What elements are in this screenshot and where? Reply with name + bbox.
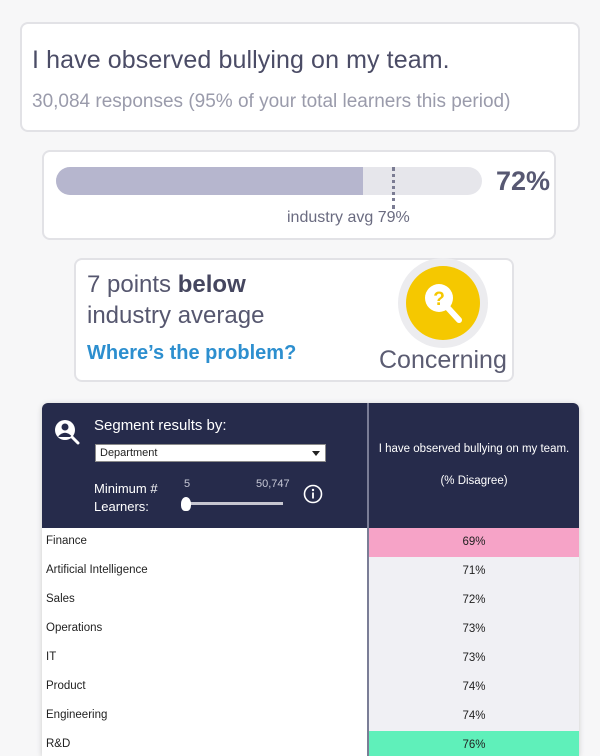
slider-min-value: 5 (184, 478, 191, 490)
score-percent: 72% (496, 166, 551, 196)
column-header-metric: (% Disagree) (440, 475, 508, 487)
wheres-the-problem-link[interactable]: Where’s the problem? (87, 342, 296, 365)
info-icon[interactable] (303, 484, 323, 504)
industry-avg-marker (391, 167, 395, 209)
department-value: 73% (369, 615, 579, 644)
department-value: 72% (369, 586, 579, 615)
department-value: 74% (369, 673, 579, 702)
table-row[interactable]: Sales 72% (42, 586, 579, 615)
department-name: Sales (46, 593, 75, 605)
insight-points: 7 points (87, 271, 178, 298)
industry-avg-label: industry avg 79% (287, 209, 410, 226)
department-name: Finance (46, 535, 87, 547)
department-name: IT (46, 651, 57, 663)
table-row[interactable]: Artificial Intelligence 71% (42, 557, 579, 586)
department-value: 74% (369, 702, 579, 731)
response-count: 30,084 responses (95% of your total lear… (32, 91, 511, 112)
score-bar-fill (56, 167, 363, 195)
department-name: Product (46, 680, 86, 692)
min-learners-slider-handle[interactable] (181, 497, 191, 511)
column-header: I have observed bullying on my team. (% … (369, 403, 579, 528)
question-title: I have observed bullying on my team. (32, 46, 450, 74)
score-bar-track (56, 167, 482, 195)
minimum-label-line1: Minimum # (94, 481, 158, 496)
column-divider (367, 403, 369, 756)
table-row[interactable]: Engineering 74% (42, 702, 579, 731)
score-card: 72% industry avg 79% (42, 150, 556, 240)
department-name: Artificial Intelligence (46, 564, 148, 576)
table-row[interactable]: Product 74% (42, 673, 579, 702)
department-value: 73% (369, 644, 579, 673)
concerning-label: Concerning (379, 346, 507, 374)
insight-direction: below (177, 271, 246, 298)
question-card: I have observed bullying on my team. 30,… (20, 22, 580, 132)
table-row[interactable]: Operations 73% (42, 615, 579, 644)
minimum-label-line2: Learners: (94, 499, 149, 514)
department-value: 69% (369, 528, 579, 557)
table-row[interactable]: Finance 69% (42, 528, 579, 557)
insight-summary: 7 points below (87, 271, 246, 299)
segment-rows: Finance 69% Artificial Intelligence 71% Sale… (42, 528, 579, 756)
department-name: Engineering (46, 709, 108, 721)
insight-card: 7 points below industry average Where’s … (74, 258, 514, 382)
segment-panel: Segment results by: Department Minimum #… (42, 403, 579, 756)
department-name: Operations (46, 622, 103, 634)
concerning-badge: ? (398, 258, 488, 348)
table-row[interactable]: IT 73% (42, 644, 579, 673)
user-search-icon (55, 420, 80, 445)
table-row[interactable]: R&D 76% (42, 731, 579, 756)
min-learners-slider-track[interactable] (185, 502, 283, 505)
segment-title: Segment results by: (94, 417, 227, 434)
badge-circle: ? (406, 266, 480, 340)
chevron-down-icon (312, 451, 320, 456)
slider-max-value: 50,747 (256, 478, 290, 490)
segment-dropdown-value: Department (100, 447, 158, 459)
magnifier-question-icon: ? (425, 284, 462, 323)
department-name: R&D (46, 738, 71, 750)
insight-comparison: industry average (87, 302, 265, 329)
minimum-learners-label: Minimum # Learners: (94, 480, 158, 516)
segment-dropdown[interactable]: Department (95, 444, 326, 462)
svg-text:?: ? (433, 289, 445, 310)
department-value: 71% (369, 557, 579, 586)
department-value: 76% (369, 731, 579, 756)
column-header-question: I have observed bullying on my team. (378, 443, 570, 455)
